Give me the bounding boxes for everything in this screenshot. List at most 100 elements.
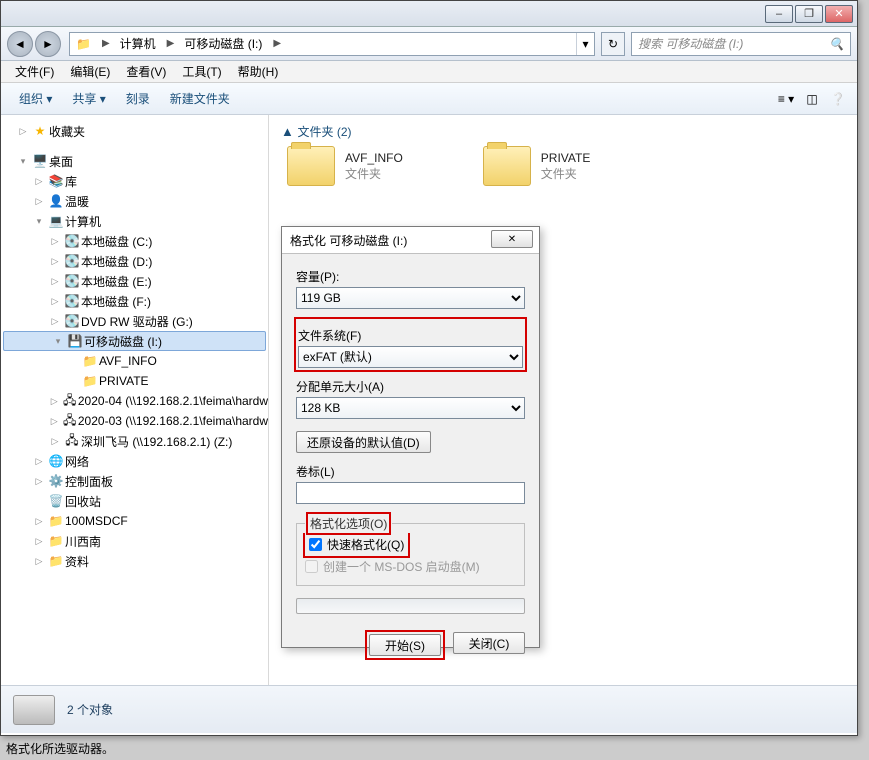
tree-drive[interactable]: ▷💽本地磁盘 (E:) [1, 271, 268, 291]
quickformat-checkbox[interactable] [309, 538, 322, 551]
tree-favorites[interactable]: ▷★ 收藏夹 [1, 121, 268, 141]
dialog-title: 格式化 可移动磁盘 (I:) [290, 232, 407, 249]
burn-button[interactable]: 刻录 [116, 88, 160, 109]
close-button[interactable]: ✕ [825, 5, 853, 23]
newfolder-button[interactable]: 新建文件夹 [160, 88, 240, 109]
menu-tools[interactable]: 工具(T) [174, 63, 229, 80]
status-bar: 2 个对象 [1, 685, 857, 733]
folder-item[interactable]: PRIVATE 文件夹 [483, 146, 591, 186]
search-input[interactable]: 搜索 可移动磁盘 (I:) 🔍 [631, 32, 851, 56]
drive-icon: 💽 [63, 274, 81, 288]
arrow-left-icon: ◄ [14, 37, 26, 51]
tree-removable-drive[interactable]: ▾💾 可移动磁盘 (I:) [3, 331, 266, 351]
msdos-checkbox [305, 560, 318, 573]
breadcrumb-sep-icon: ▶ [163, 38, 179, 49]
close-dialog-button[interactable]: 关闭(C) [453, 632, 525, 654]
cluster-label: 分配单元大小(A) [296, 378, 525, 395]
tree-label: 资料 [65, 553, 89, 570]
menu-help[interactable]: 帮助(H) [230, 63, 287, 80]
folder-icon: 📁 [47, 514, 65, 528]
options-legend: 格式化选项(O) [310, 517, 387, 531]
tree-control-panel[interactable]: ▷⚙️ 控制面板 [1, 471, 268, 491]
tree-folder[interactable]: ▷📁100MSDCF [1, 511, 268, 531]
search-icon: 🔍 [829, 37, 844, 51]
restore-defaults-button[interactable]: 还原设备的默认值(D) [296, 431, 431, 453]
breadcrumb-sep-icon: ▶ [98, 38, 114, 49]
tree-label: 温暖 [65, 193, 89, 210]
breadcrumb-drive[interactable]: 可移动磁盘 (I:) [178, 33, 269, 55]
tree-folder[interactable]: ▷📁川西南 [1, 531, 268, 551]
status-text: 2 个对象 [67, 701, 113, 718]
back-button[interactable]: ◄ [7, 31, 33, 57]
forward-button[interactable]: ► [35, 31, 61, 57]
netdrive-icon: 🖧 [62, 411, 78, 431]
menu-view[interactable]: 查看(V) [118, 63, 174, 80]
folder-icon [483, 146, 531, 186]
address-dropdown[interactable]: ▾ [576, 33, 594, 55]
tree-folder[interactable]: 📁AVF_INFO [1, 351, 268, 371]
tree-drive[interactable]: ▷💽本地磁盘 (D:) [1, 251, 268, 271]
netdrive-icon: 🖧 [63, 431, 81, 451]
tree-drive[interactable]: ▷💽DVD RW 驱动器 (G:) [1, 311, 268, 331]
cluster-select[interactable]: 128 KB [296, 397, 525, 419]
folders-row: AVF_INFO 文件夹 PRIVATE 文件夹 [269, 146, 857, 206]
format-dialog: 格式化 可移动磁盘 (I:) ✕ 容量(P): 119 GB 文件系统(F) e… [281, 226, 540, 648]
tree-libraries[interactable]: ▷📚 库 [1, 171, 268, 191]
dialog-close-button[interactable]: ✕ [491, 230, 533, 248]
organize-button[interactable]: 组织 ▾ [9, 88, 62, 109]
menu-file[interactable]: 文件(F) [7, 63, 62, 80]
refresh-button[interactable]: ↻ [601, 32, 625, 56]
folder-type: 文件夹 [541, 165, 591, 182]
network-icon: 🌐 [47, 454, 65, 468]
folder-item[interactable]: AVF_INFO 文件夹 [287, 146, 403, 186]
tree-label: 本地磁盘 (D:) [81, 253, 152, 270]
progress-bar [296, 598, 525, 614]
maximize-button[interactable]: ❐ [795, 5, 823, 23]
quickformat-row[interactable]: 快速格式化(Q) [309, 536, 404, 553]
tree-label: 库 [65, 173, 77, 190]
breadcrumb-computer[interactable]: 计算机 [114, 33, 163, 55]
refresh-icon: ↻ [608, 37, 618, 51]
help-button[interactable]: ❔ [827, 88, 849, 110]
filesystem-label: 文件系统(F) [298, 327, 523, 344]
capacity-select[interactable]: 119 GB [296, 287, 525, 309]
tree-label: 可移动磁盘 (I:) [84, 333, 162, 350]
preview-pane-button[interactable]: ◫ [801, 88, 823, 110]
volume-input[interactable] [296, 482, 525, 504]
address-bar[interactable]: 📁 ▶ 计算机 ▶ 可移动磁盘 (I:) ▶ ▾ [69, 32, 595, 56]
tree-recycle[interactable]: 🗑️ 回收站 [1, 491, 268, 511]
tree-netdrive[interactable]: ▷🖧深圳飞马 (\\192.168.2.1) (Z:) [1, 431, 268, 451]
recycle-icon: 🗑️ [47, 494, 65, 508]
tree-label: PRIVATE [99, 374, 149, 388]
tree-label: 本地磁盘 (E:) [81, 273, 152, 290]
nav-row: ◄ ► 📁 ▶ 计算机 ▶ 可移动磁盘 (I:) ▶ ▾ ↻ 搜索 可移动磁盘 … [1, 27, 857, 61]
tree-folder[interactable]: 📁PRIVATE [1, 371, 268, 391]
tree-folder[interactable]: ▷📁资料 [1, 551, 268, 571]
tree-netdrive[interactable]: ▷🖧2020-04 (\\192.168.2.1\feima\hardw [1, 391, 268, 411]
filesystem-select[interactable]: exFAT (默认) [298, 346, 523, 368]
gear-icon: ⚙️ [47, 474, 65, 488]
minimize-button[interactable]: – [765, 5, 793, 23]
tree-label: 本地磁盘 (C:) [81, 233, 152, 250]
toolbar: 组织 ▾ 共享 ▾ 刻录 新建文件夹 ≡ ▾ ◫ ❔ [1, 83, 857, 115]
breadcrumb-sep-icon: ▶ [269, 38, 285, 49]
tree-desktop[interactable]: ▾🖥️ 桌面 [1, 151, 268, 171]
tree-user[interactable]: ▷👤 温暖 [1, 191, 268, 211]
view-mode-button[interactable]: ≡ ▾ [775, 88, 797, 110]
annotation-text: 格式化所选驱动器。 [6, 740, 114, 757]
section-label: 文件夹 (2) [297, 125, 351, 139]
tree-drive[interactable]: ▷💽本地磁盘 (F:) [1, 291, 268, 311]
folder-icon [287, 146, 335, 186]
folder-icon: 📁 [47, 554, 65, 568]
start-button[interactable]: 开始(S) [369, 634, 441, 656]
share-button[interactable]: 共享 ▾ [62, 88, 115, 109]
search-placeholder: 搜索 可移动磁盘 (I:) [638, 35, 743, 52]
tree-computer[interactable]: ▾💻 计算机 [1, 211, 268, 231]
tree-network[interactable]: ▷🌐 网络 [1, 451, 268, 471]
tree-netdrive[interactable]: ▷🖧2020-03 (\\192.168.2.1\feima\hardw [1, 411, 268, 431]
menu-bar: 文件(F) 编辑(E) 查看(V) 工具(T) 帮助(H) [1, 61, 857, 83]
capacity-label: 容量(P): [296, 268, 525, 285]
menu-edit[interactable]: 编辑(E) [62, 63, 118, 80]
tree-drive[interactable]: ▷💽本地磁盘 (C:) [1, 231, 268, 251]
library-icon: 📚 [47, 174, 65, 188]
